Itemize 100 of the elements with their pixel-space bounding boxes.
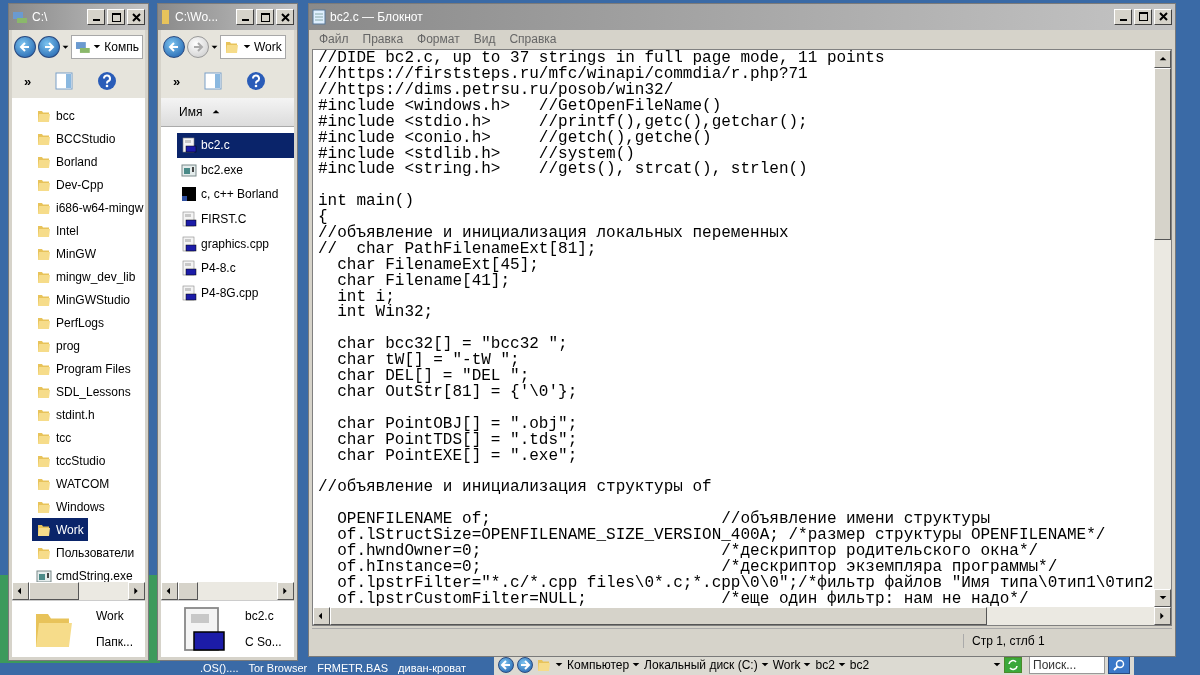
folder-item[interactable]: Work — [32, 518, 88, 541]
folder-item[interactable]: Intel — [32, 219, 83, 242]
address-bar[interactable]: Компь — [70, 35, 143, 59]
status-text: Стр 1, стлб 1 — [963, 634, 1172, 649]
folder-item[interactable]: tccStudio — [32, 449, 110, 472]
folder-item[interactable]: stdint.h — [32, 403, 99, 426]
search-icon — [1113, 659, 1125, 671]
separator-caret-icon — [837, 661, 846, 669]
forward-button[interactable] — [517, 657, 533, 673]
forward-button[interactable] — [37, 36, 60, 58]
computer-icon — [74, 40, 91, 54]
close-button[interactable] — [276, 9, 294, 25]
back-button[interactable] — [163, 36, 185, 58]
folder-item[interactable]: tcc — [32, 426, 76, 449]
breadcrumb[interactable]: bc2 — [849, 658, 870, 672]
file-item[interactable]: bc2.c — [177, 133, 294, 158]
scroll-thumb[interactable] — [1154, 68, 1171, 241]
code-line: OPENFILENAME of; //объявление имени структуры — [336, 512, 991, 528]
folder-item[interactable]: bcc — [32, 104, 79, 127]
minimize-button[interactable] — [87, 9, 105, 25]
file-item[interactable]: graphics.cpp — [177, 231, 294, 256]
desktop-icon-label[interactable]: диван-кроват — [398, 662, 466, 675]
menu-item[interactable]: Вид — [466, 32, 503, 47]
left-arrow-icon — [18, 41, 31, 53]
code-line: #include <windows.h> //GetOpenFileName() — [318, 98, 722, 115]
file-item[interactable]: P4-8.c — [177, 255, 294, 281]
help-icon[interactable] — [246, 71, 267, 91]
code-line: char PointEXE[] = ".exe"; — [336, 448, 578, 465]
scroll-left-button[interactable] — [12, 582, 29, 600]
folder-item[interactable]: Dev-Cpp — [32, 173, 108, 196]
desktop-icon-label[interactable]: FRMETR.BAS — [317, 662, 389, 675]
left-arrow-icon — [500, 659, 512, 671]
scroll-right-button[interactable] — [128, 582, 145, 600]
program-icon — [181, 161, 197, 178]
more-button[interactable]: » — [173, 73, 181, 89]
file-item[interactable]: FIRST.C — [177, 206, 294, 232]
back-button[interactable] — [14, 36, 36, 58]
folder-icon — [536, 657, 552, 673]
breadcrumb[interactable]: Компьютер — [567, 658, 630, 672]
folder-item[interactable]: Borland — [32, 150, 102, 173]
close-button[interactable] — [1154, 8, 1172, 25]
source-file-icon — [181, 260, 197, 277]
details-type: C So... — [245, 635, 282, 649]
right-arrow-icon — [42, 41, 55, 53]
folder-item[interactable]: mingw_dev_lib — [32, 265, 140, 288]
folder-item[interactable]: Пользователи — [32, 541, 139, 564]
right-arrow-icon — [192, 41, 204, 53]
scroll-right-button[interactable] — [1154, 607, 1171, 626]
maximize-button[interactable] — [107, 9, 125, 25]
scroll-up-button[interactable] — [1154, 50, 1171, 69]
minimize-icon — [1119, 18, 1127, 21]
desktop-icon-label[interactable]: .OS().... — [200, 662, 239, 675]
window-title: bc2.c — Блокнот — [330, 9, 424, 24]
code-line: of.lpstrFilter="*.c/*.cpp files\0*.c;*.cpp\0\0";/*фильтр файлов "Имя типа\0тип1\0тип2 — [336, 575, 1154, 592]
back-button[interactable] — [498, 657, 514, 673]
more-button[interactable]: » — [24, 73, 32, 89]
details-type: Папк... — [95, 635, 133, 649]
left-arrow-icon — [168, 41, 180, 53]
folder-item[interactable]: WATCOM — [32, 472, 114, 495]
file-item[interactable]: c, c++ Borland — [177, 182, 294, 207]
window-title: C:\Wo... — [175, 10, 220, 24]
scroll-down-button[interactable] — [1154, 589, 1171, 608]
desktop-icon-label[interactable]: Tor Browser — [248, 662, 308, 675]
menu-item[interactable]: Правка — [355, 32, 411, 47]
breadcrumb[interactable]: Локальный диск (C:) — [644, 658, 758, 672]
scroll-thumb[interactable] — [178, 582, 198, 600]
breadcrumb[interactable]: Work — [772, 658, 801, 672]
folder-item[interactable]: Program Files — [32, 357, 135, 380]
menu-item[interactable]: Формат — [410, 32, 467, 47]
folder-item[interactable]: MinGWStudio — [32, 288, 135, 311]
maximize-button[interactable] — [256, 9, 274, 25]
file-item[interactable]: P4-8G.cpp — [177, 280, 294, 306]
menu-item[interactable]: Файл — [312, 32, 356, 47]
breadcrumb[interactable]: bc2 — [815, 658, 835, 672]
scroll-right-button[interactable] — [277, 582, 294, 600]
code-line: char PointTDS[] = ".tds"; — [336, 432, 578, 449]
folder-item[interactable]: Windows — [32, 495, 109, 518]
scroll-left-button[interactable] — [161, 582, 178, 600]
maximize-button[interactable] — [1134, 8, 1152, 25]
code-line: of.lStructSize=OPENFILENAME_SIZE_VERSION_400A; /*размер структуры OPENFILENAME*/ — [336, 527, 1106, 544]
minimize-button[interactable] — [236, 9, 254, 25]
folder-item[interactable]: SDL_Lessons — [32, 380, 135, 403]
address-bar[interactable]: Work — [220, 35, 286, 59]
folder-item[interactable]: i686-w64-mingw — [32, 196, 145, 219]
refresh-button[interactable] — [1004, 657, 1022, 673]
scroll-thumb[interactable] — [29, 582, 79, 600]
folder-item[interactable]: PerfLogs — [32, 311, 109, 334]
menu-item[interactable]: Справка — [502, 32, 564, 47]
column-header[interactable]: Имя — [179, 105, 203, 119]
folder-item[interactable]: MinGW — [32, 242, 100, 265]
minimize-button[interactable] — [1114, 8, 1132, 25]
close-button[interactable] — [127, 9, 145, 25]
scroll-left-button[interactable] — [313, 607, 330, 626]
refresh-icon — [1007, 659, 1019, 671]
file-item[interactable]: bc2.exe — [177, 157, 294, 183]
folder-item[interactable]: BCCStudio — [32, 127, 120, 150]
dropdown-caret-icon — [61, 43, 69, 51]
scroll-thumb[interactable] — [330, 607, 987, 626]
folder-item[interactable]: prog — [32, 334, 85, 357]
help-icon[interactable] — [97, 71, 118, 91]
